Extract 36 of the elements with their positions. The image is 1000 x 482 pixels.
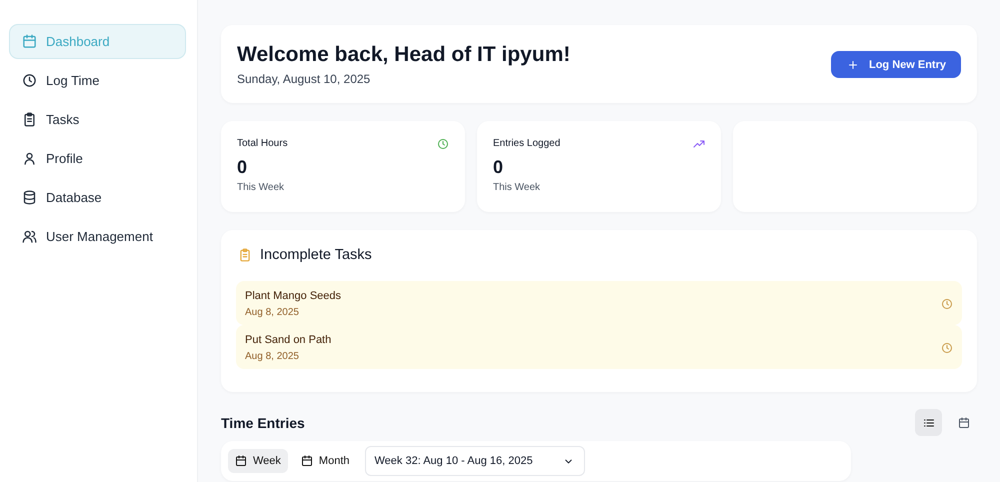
calendar-icon [300, 455, 313, 467]
view-toggle[interactable] [915, 409, 942, 436]
stat-label: Total Hours [237, 138, 288, 150]
stat-value: 0 [493, 157, 504, 178]
calendar-icon [235, 455, 247, 467]
sidebar-item[interactable]: Tasks [9, 102, 186, 137]
stat-caption: This Week [237, 182, 286, 193]
sidebar-item[interactable]: Profile [9, 141, 186, 176]
clock-icon [22, 73, 37, 88]
sidebar-item[interactable]: Log Time [9, 63, 186, 98]
database-icon [22, 190, 37, 205]
tasks-title: Incomplete Tasks [260, 247, 372, 263]
clipboard-icon [238, 248, 252, 262]
current-date: Sunday, August 10, 2025 [237, 72, 372, 86]
log-new-entry-button[interactable]: Log New Entry [830, 51, 961, 78]
clipboard-icon [22, 112, 37, 127]
stat-caption: This Week [493, 182, 542, 193]
clock-icon [941, 298, 953, 310]
welcome-title: Welcome back, Head of IT ipyum! [237, 43, 570, 67]
calendar-icon [22, 34, 37, 49]
week-select[interactable]: Week 32: Aug 10 - Aug 16, 2025 [364, 446, 585, 476]
list-icon [922, 416, 934, 428]
user-icon [22, 151, 37, 166]
users-icon [22, 229, 37, 244]
clock-icon [941, 342, 953, 354]
period-tab[interactable]: Month [294, 449, 356, 473]
sidebar-item[interactable]: Database [9, 180, 186, 215]
stat-label: Entries Logged [493, 138, 560, 150]
plus-icon [846, 58, 859, 70]
time-entries-title: Time Entries [221, 414, 305, 430]
task-item[interactable]: Plant Mango Seeds Aug 8, 2025 [236, 281, 962, 325]
task-item[interactable]: Put Sand on Path Aug 8, 2025 [236, 325, 962, 369]
sidebar-item[interactable]: User Management [9, 219, 186, 254]
calendar-icon [958, 416, 970, 428]
stat-value: 0 [237, 157, 248, 178]
period-tab[interactable]: Week [228, 449, 288, 473]
